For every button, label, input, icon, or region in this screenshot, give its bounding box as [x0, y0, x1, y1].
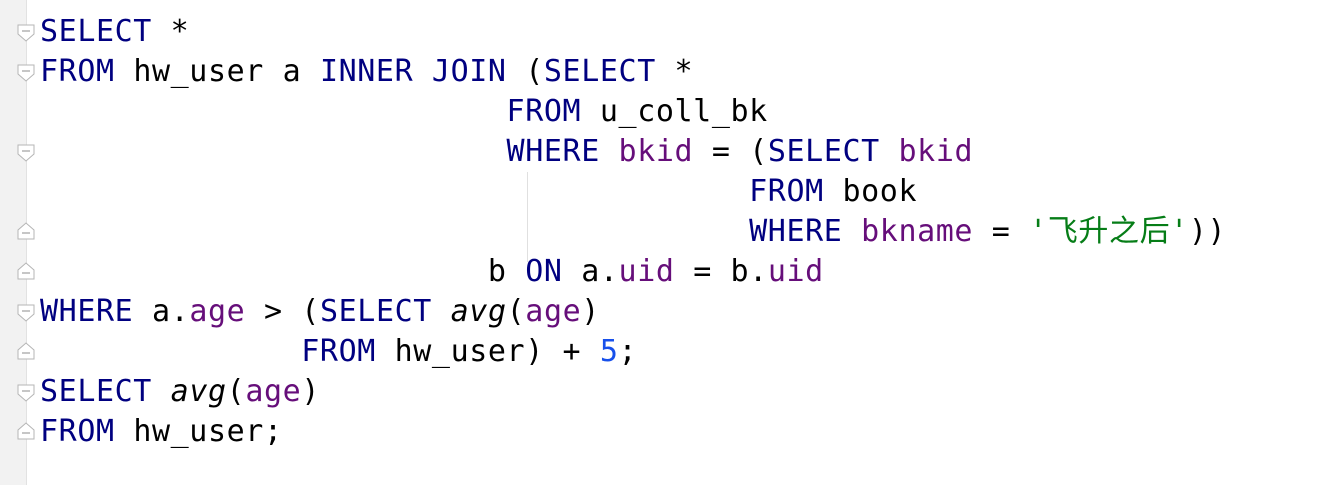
column-name: bkid — [618, 134, 694, 169]
code-text: ( — [506, 54, 544, 89]
code-text: u_coll_bk — [581, 94, 768, 129]
fold-close-icon[interactable] — [17, 262, 35, 280]
fold-open-icon[interactable] — [17, 304, 35, 322]
code-line[interactable]: WHERE bkid = (SELECT bkid — [40, 132, 973, 172]
code-text: hw_user; — [114, 414, 283, 449]
fold-open-icon[interactable] — [17, 144, 35, 162]
function-name: avg — [170, 374, 227, 409]
code-text: ; — [618, 334, 638, 369]
code-line[interactable]: FROM hw_user; — [40, 412, 283, 452]
column-name: age — [525, 294, 582, 329]
code-text: a. — [562, 254, 619, 289]
column-name: age — [189, 294, 246, 329]
sql-keyword: SELECT — [543, 54, 656, 89]
fold-close-icon[interactable] — [17, 222, 35, 240]
code-text: = — [973, 214, 1030, 249]
sql-keyword: FROM — [40, 414, 115, 449]
sql-keyword: SELECT — [319, 294, 432, 329]
sql-keyword: ON — [525, 254, 563, 289]
function-name: * — [674, 54, 694, 89]
code-text: > ( — [245, 294, 320, 329]
function-name: * — [170, 14, 190, 49]
sql-keyword: FROM — [749, 174, 824, 209]
fold-open-icon[interactable] — [17, 24, 35, 42]
code-line[interactable]: WHERE a.age > (SELECT avg(age) — [40, 292, 600, 332]
code-text: hw_user a — [114, 54, 320, 89]
function-name: avg — [450, 294, 507, 329]
code-text: = ( — [693, 134, 768, 169]
code-text: ) — [581, 294, 600, 329]
code-text: ( — [506, 294, 526, 329]
code-line[interactable]: FROM hw_user) + 5; — [40, 332, 637, 372]
column-name: bkid — [898, 134, 974, 169]
code-text: book — [823, 174, 918, 209]
fold-open-icon[interactable] — [17, 384, 35, 402]
sql-keyword: SELECT — [40, 14, 152, 49]
code-line[interactable]: FROM book — [40, 172, 917, 212]
code-line[interactable]: b ON a.uid = b.uid — [40, 252, 824, 292]
code-text: a. — [133, 294, 190, 329]
fold-open-icon[interactable] — [17, 64, 35, 82]
sql-keyword: INNER JOIN — [319, 54, 507, 89]
code-line[interactable]: SELECT avg(age) — [40, 372, 320, 412]
fold-close-icon[interactable] — [17, 342, 35, 360]
code-line[interactable]: FROM u_coll_bk — [40, 92, 768, 132]
sql-keyword: SELECT — [40, 374, 152, 409]
editor-gutter — [0, 0, 35, 485]
code-text: )) — [1188, 214, 1227, 249]
sql-keyword: FROM — [301, 334, 376, 369]
column-name: uid — [767, 254, 824, 289]
column-name: age — [245, 374, 302, 409]
sql-keyword: SELECT — [767, 134, 880, 169]
column-name: uid — [618, 254, 675, 289]
number-literal: 5 — [599, 334, 619, 369]
code-line[interactable]: FROM hw_user a INNER JOIN (SELECT * — [40, 52, 693, 92]
sql-keyword: FROM — [506, 94, 582, 129]
code-text: ) — [301, 374, 320, 409]
code-editor[interactable]: SELECT * FROM hw_user a INNER JOIN (SELEC… — [40, 12, 1330, 485]
fold-close-icon[interactable] — [17, 422, 35, 440]
column-name: bkname — [861, 214, 974, 249]
code-text: = b. — [674, 254, 768, 289]
code-text: b — [40, 254, 526, 289]
string-literal: '飞升之后' — [1029, 214, 1189, 249]
code-line[interactable]: SELECT * — [40, 12, 189, 52]
code-text: ( — [226, 374, 246, 409]
code-line[interactable]: WHERE bkname = '飞升之后')) — [40, 212, 1226, 252]
code-text: hw_user) + — [375, 334, 600, 369]
sql-keyword: WHERE — [506, 134, 600, 169]
sql-keyword: FROM — [40, 54, 115, 89]
sql-keyword: WHERE — [40, 294, 134, 329]
sql-keyword: WHERE — [749, 214, 843, 249]
